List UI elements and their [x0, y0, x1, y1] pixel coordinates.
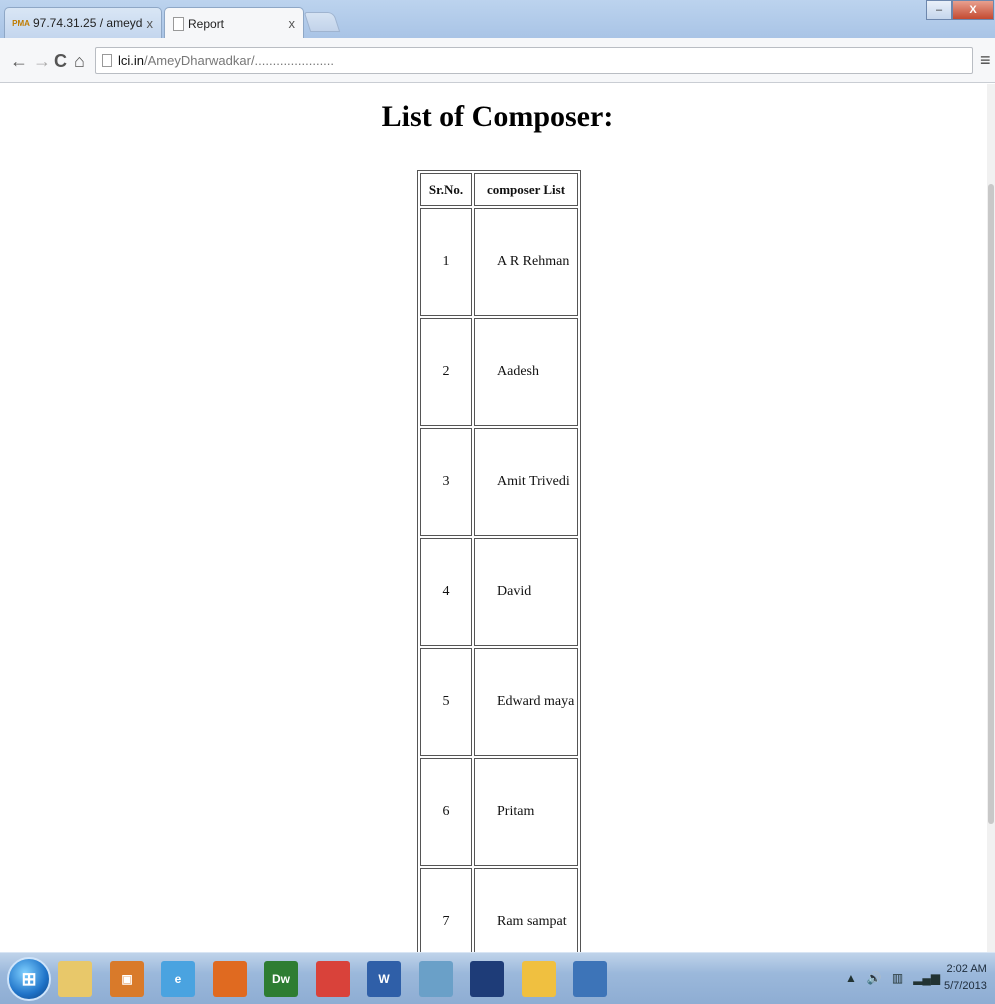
- table-header-row: Sr.No. composer List: [420, 173, 578, 206]
- clock-time: 2:02 AM: [946, 963, 987, 975]
- dreamweaver-icon[interactable]: Dw: [264, 961, 298, 997]
- table-row: 7 Ram sampat: [420, 868, 578, 952]
- table-row: 3 Amit Trivedi: [420, 428, 578, 536]
- table-row: 6 Pritam: [420, 758, 578, 866]
- cell-sr-no: 3: [420, 428, 472, 536]
- document-icon: [173, 16, 184, 31]
- vertical-scrollbar[interactable]: [987, 84, 995, 952]
- tab-close-icon[interactable]: x: [289, 16, 296, 31]
- tab-label: 97.74.31.25 / ameydataba:: [33, 16, 143, 30]
- tab-report[interactable]: Report x: [164, 7, 304, 39]
- url-domain: lci.in: [118, 53, 145, 68]
- composer-table: Sr.No. composer List 1 A R Rehman 2 Aade…: [417, 170, 581, 952]
- notepad-icon[interactable]: [419, 961, 453, 997]
- cell-composer-name: Amit Trivedi: [474, 428, 578, 536]
- header-composer-list: composer List: [474, 173, 578, 206]
- media-player-icon[interactable]: ▣: [110, 961, 144, 997]
- home-icon[interactable]: ⌂: [74, 50, 85, 72]
- tab-close-icon[interactable]: x: [147, 16, 154, 31]
- window-app-icon[interactable]: [573, 961, 607, 997]
- cell-composer-name: Ram sampat: [474, 868, 578, 952]
- chrome-icon[interactable]: [316, 961, 350, 997]
- page-content: List of Composer: Sr.No. composer List 1…: [0, 84, 995, 952]
- header-sr-no: Sr.No.: [420, 173, 472, 206]
- browser-titlebar: PMA 97.74.31.25 / ameydataba: x Report x…: [0, 0, 995, 39]
- reload-icon[interactable]: C: [54, 50, 67, 72]
- url-path: /AmeyDharwadkar/......................: [144, 53, 335, 68]
- cell-sr-no: 4: [420, 538, 472, 646]
- signal-icon[interactable]: ▂▄▆: [913, 971, 940, 985]
- clock-date: 5/7/2013: [944, 980, 987, 992]
- new-tab-button[interactable]: [303, 12, 341, 32]
- page-title: List of Composer:: [381, 100, 614, 133]
- phpmyadmin-icon: PMA: [12, 18, 30, 28]
- forward-arrow-icon[interactable]: →: [33, 50, 51, 72]
- cell-sr-no: 1: [420, 208, 472, 316]
- start-button[interactable]: ⊞: [7, 957, 51, 1001]
- chrome-menu-icon[interactable]: ≡: [980, 50, 991, 71]
- firefox-icon[interactable]: [213, 961, 247, 997]
- cell-sr-no: 5: [420, 648, 472, 756]
- tab-phpmyadmin[interactable]: PMA 97.74.31.25 / ameydataba: x: [4, 7, 162, 38]
- cell-composer-name: Aadesh: [474, 318, 578, 426]
- network-icon[interactable]: ▥: [892, 971, 903, 985]
- cell-sr-no: 2: [420, 318, 472, 426]
- tab-label: Report: [188, 16, 225, 31]
- window-controls: – X: [926, 0, 994, 20]
- browser-toolbar: ← → C ⌂ lci.in /AmeyDharwadkar/.........…: [0, 38, 995, 83]
- system-tray: ▲ 🔊 ▥ ▂▄▆: [845, 971, 940, 985]
- table-row: 2 Aadesh: [420, 318, 578, 426]
- paint-icon[interactable]: [522, 961, 556, 997]
- cell-sr-no: 7: [420, 868, 472, 952]
- tray-arrow-icon[interactable]: ▲: [845, 971, 857, 985]
- close-window-button[interactable]: X: [952, 0, 994, 20]
- minimize-button[interactable]: –: [926, 0, 952, 20]
- cell-composer-name: Edward maya: [474, 648, 578, 756]
- back-arrow-icon[interactable]: ←: [10, 50, 28, 72]
- internet-explorer-icon[interactable]: e: [161, 961, 195, 997]
- address-bar[interactable]: lci.in /AmeyDharwadkar/.................…: [95, 47, 973, 74]
- cell-composer-name: A R Rehman: [474, 208, 578, 316]
- cell-sr-no: 6: [420, 758, 472, 866]
- cell-composer-name: Pritam: [474, 758, 578, 866]
- cell-composer-name: David: [474, 538, 578, 646]
- scrollbar-thumb[interactable]: [988, 184, 994, 824]
- page-icon: [102, 54, 112, 67]
- app-icon[interactable]: [470, 961, 504, 997]
- table-row: 4 David: [420, 538, 578, 646]
- table-row: 1 A R Rehman: [420, 208, 578, 316]
- clock[interactable]: 2:02 AM 5/7/2013: [944, 961, 987, 995]
- table-row: 5 Edward maya: [420, 648, 578, 756]
- word-icon[interactable]: W: [367, 961, 401, 997]
- volume-icon[interactable]: 🔊: [867, 971, 882, 985]
- taskbar: ⊞ ▣ e Dw W ▲ 🔊 ▥ ▂▄▆ 2:02 AM 5/7/2013: [0, 952, 995, 1004]
- file-explorer-icon[interactable]: [58, 961, 92, 997]
